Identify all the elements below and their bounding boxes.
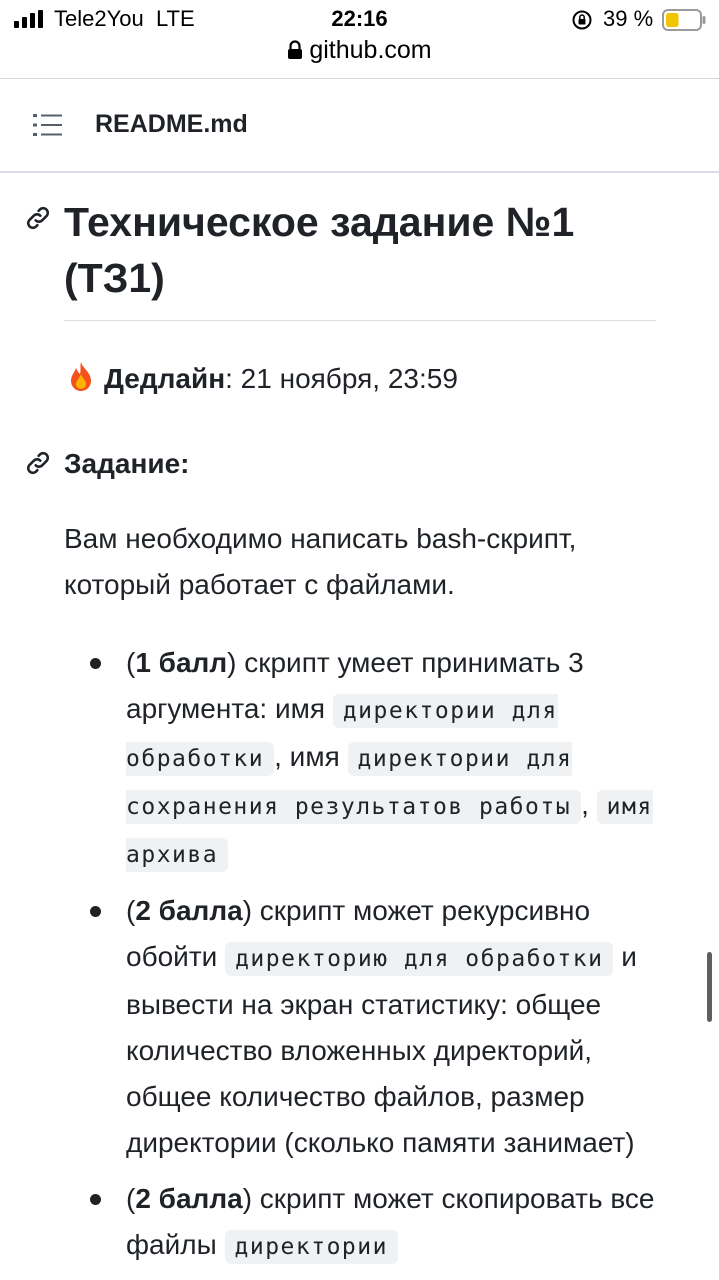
score-label: 1 балл xyxy=(135,647,228,678)
deadline-line: Дедлайн: 21 ноября, 23:59 xyxy=(64,360,458,395)
list-item: (1 балл) скрипт умеет принимать 3 аргуме… xyxy=(64,640,664,878)
task-list: (1 балл) скрипт умеет принимать 3 аргуме… xyxy=(64,640,664,1280)
deadline-label: Дедлайн xyxy=(104,363,226,394)
task-heading: Задание: xyxy=(64,448,190,479)
status-bar: Tele2You LTE 22:16 39 % github.com xyxy=(0,0,719,64)
bullet-icon xyxy=(90,1194,101,1205)
rotation-lock-icon xyxy=(572,10,592,30)
battery-percent: 39 % xyxy=(603,6,654,31)
deadline-value: : 21 ноября, 23:59 xyxy=(225,363,458,394)
lock-icon xyxy=(288,40,303,59)
link-icon[interactable] xyxy=(24,204,52,232)
fire-icon xyxy=(71,362,91,391)
list-icon[interactable] xyxy=(33,112,63,138)
list-item: (2 балла) скрипт может рекурсивно обойти… xyxy=(64,888,664,1166)
item-text: , xyxy=(581,789,597,820)
item-text: , имя xyxy=(274,741,348,772)
bullet-icon xyxy=(90,658,101,669)
url-bar[interactable]: github.com xyxy=(0,36,719,65)
intro-paragraph: Вам необходимо написать bash-скрипт, кот… xyxy=(64,523,577,600)
scrollbar[interactable] xyxy=(707,952,712,1022)
bullet-icon xyxy=(90,906,101,917)
file-name[interactable]: README.md xyxy=(95,110,248,139)
inline-code: директории xyxy=(224,1230,398,1264)
link-icon[interactable] xyxy=(24,449,52,477)
battery-icon xyxy=(662,9,706,31)
score-label: 2 балла xyxy=(135,1183,243,1214)
list-item: (2 балла) скрипт может скопировать все ф… xyxy=(64,1176,664,1270)
page-title: Техническое задание №1 (ТЗ1) xyxy=(64,199,575,301)
url-domain: github.com xyxy=(309,36,432,64)
score-label: 2 балла xyxy=(135,895,243,926)
header-divider xyxy=(0,171,719,173)
title-divider xyxy=(64,320,656,321)
inline-code: директорию для обработки xyxy=(225,942,614,976)
